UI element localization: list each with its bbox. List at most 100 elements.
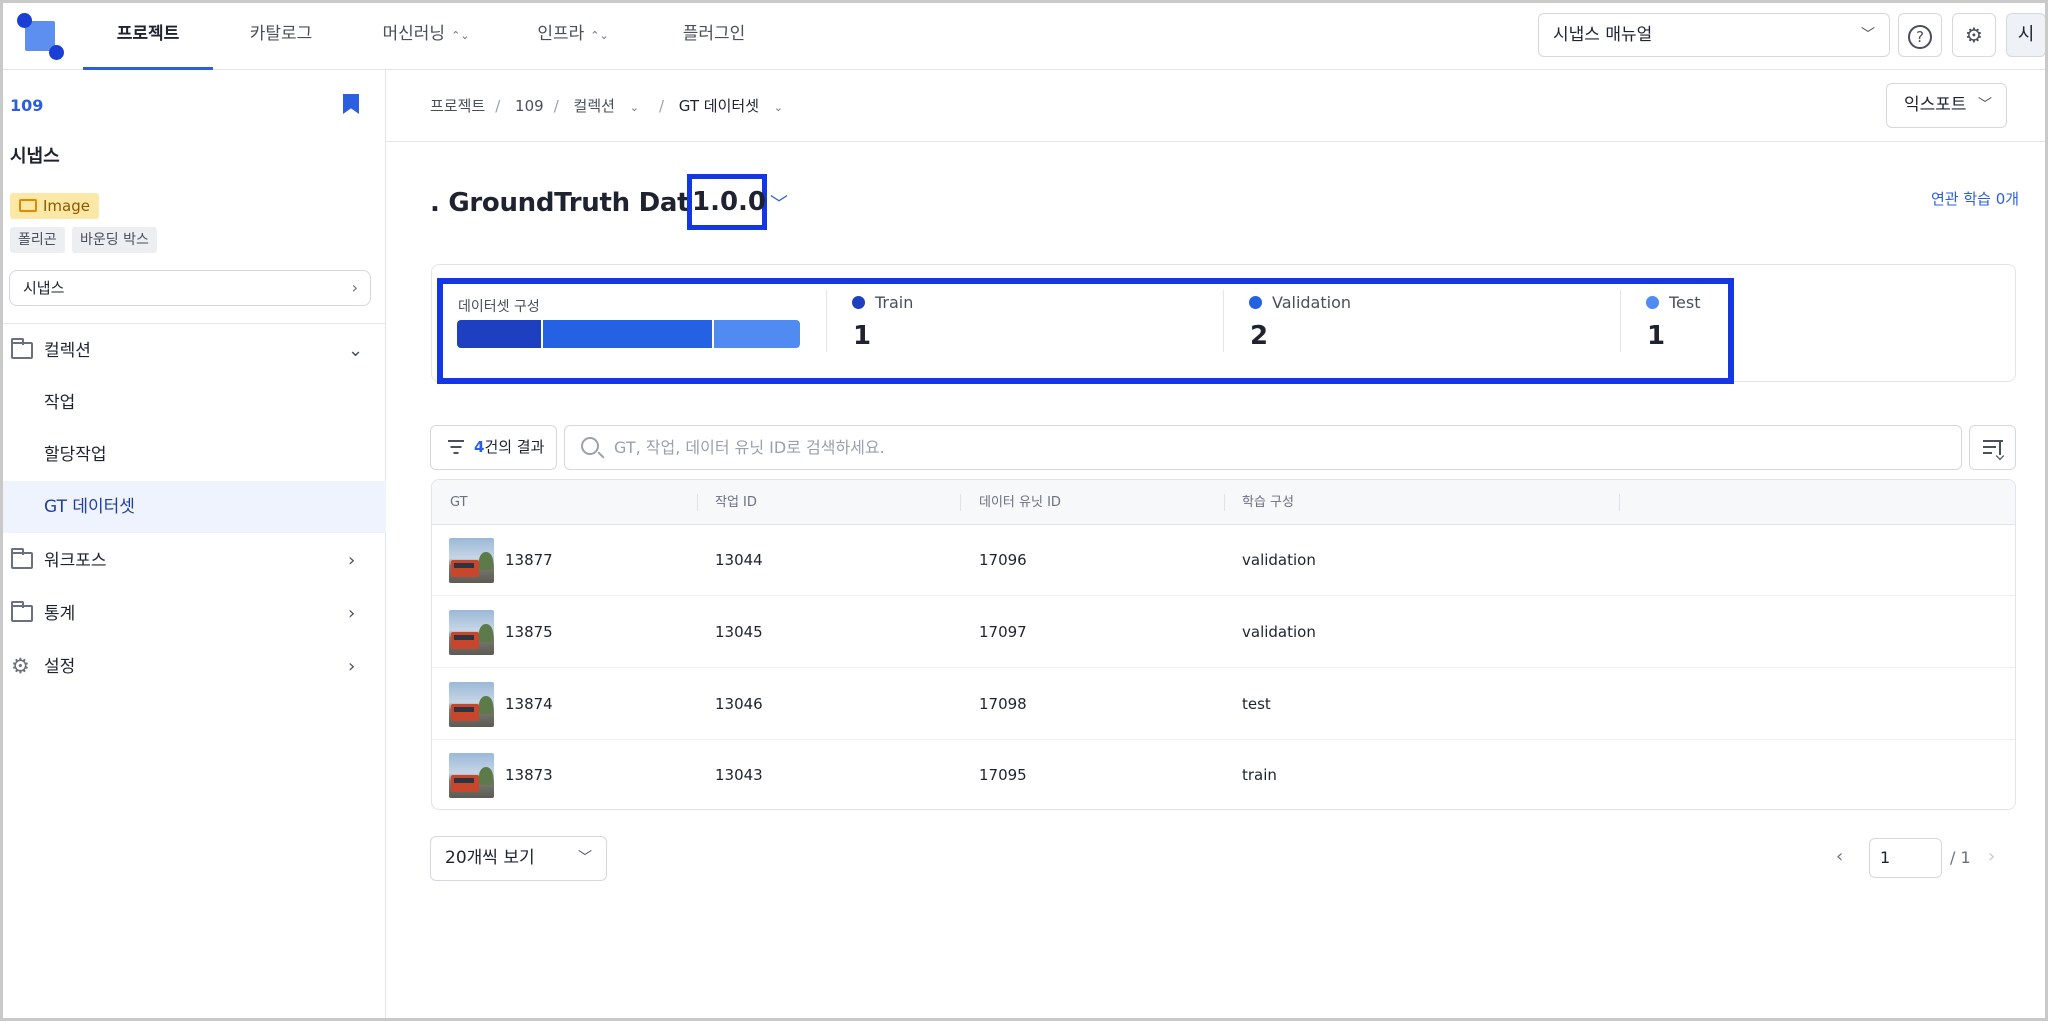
chevron-right-icon: › [348,656,356,677]
result-count: 4 [474,438,485,456]
sidebar-item-workforce[interactable]: 워크포스 › [3,535,386,587]
stat-name-train: Train [875,293,914,312]
export-button[interactable]: 익스포트 ﹀ [1886,83,2007,128]
sidebar-subitem-task[interactable]: 작업 [3,377,386,429]
bookmark-icon[interactable] [343,94,359,114]
composition-label: 데이터셋 구성 [458,299,540,315]
train-dot-icon [852,296,865,309]
stat-divider [826,290,827,352]
filter-button[interactable]: 4건의 결과 [430,425,557,470]
data-type-label: Image [43,197,90,215]
search-placeholder: GT, 작업, 데이터 유닛 ID로 검색하세요. [614,438,885,457]
sidebar-subitem-assigned-task[interactable]: 할당작업 [3,429,386,481]
column-header-data-unit-id[interactable]: 데이터 유닛 ID [979,480,1061,525]
chevron-right-icon: › [348,550,356,571]
nav-tab-machine-learning[interactable]: 머신러닝 ⌃⌄ [361,3,491,70]
folder-icon [11,548,33,569]
chevron-down-icon: ⌄ [773,101,784,114]
sidebar-item-label: 워크포스 [44,551,107,571]
sidebar-item-label: 컬렉션 [44,341,91,361]
gt-thumbnail[interactable] [449,610,494,655]
annotation-tag-bounding-box: 바운딩 박스 [72,227,157,253]
related-training-link[interactable]: 연관 학습 0개 [1931,188,2019,209]
filter-icon [447,440,465,454]
breadcrumb-item-current[interactable]: GT 데이터셋 ⌄ [679,97,793,115]
folder-icon [11,601,33,622]
nav-tab-label: 머신러닝 [382,24,446,44]
cell-task-id: 13045 [715,623,763,641]
help-icon: ? [1908,24,1932,49]
column-header-split[interactable]: 학습 구성 [1242,480,1294,525]
gear-icon: ⚙ [11,654,30,678]
gear-icon: ⚙ [1965,23,1983,47]
next-page-icon[interactable]: › [1988,846,1995,867]
stat-value-test: 1 [1647,321,1666,351]
nav-tab-infra[interactable]: 인프라 ⌃⌄ [518,3,628,70]
nav-tab-label: 플러그인 [682,24,746,44]
test-dot-icon [1646,296,1659,309]
chevron-down-icon[interactable]: ﹀ [770,190,788,216]
chevron-down-icon: ⌄ [629,101,639,114]
user-avatar[interactable]: 시 [2006,13,2046,57]
manual-select[interactable]: 시냅스 매뉴얼 ﹀ [1538,13,1890,57]
annotation-tag-polygon: 폴리곤 [10,227,65,253]
chevron-down-icon: ﹀ [578,850,592,866]
breadcrumb-item[interactable]: 프로젝트 [430,97,485,115]
gt-thumbnail[interactable] [449,753,494,798]
gt-dataset-table: GT 작업 ID 데이터 유닛 ID 학습 구성 13877 13044 170… [431,479,2016,810]
breadcrumb: 프로젝트 / 109 / 컬렉션 ⌄ / GT 데이터셋 ⌄ [430,95,803,116]
export-label: 익스포트 [1904,95,1967,115]
stat-divider [1620,290,1621,352]
page-size-select[interactable]: 20개씩 보기 ﹀ [430,836,607,881]
cell-task-id: 13044 [715,551,763,569]
table-row[interactable]: 13874 13046 17098 test [432,669,2015,740]
table-row[interactable]: 13877 13044 17096 validation [432,525,2015,596]
gt-thumbnail[interactable] [449,682,494,727]
composition-segment-train [457,320,543,348]
version-selector[interactable]: 1.0.0 [687,174,767,230]
prev-page-icon[interactable]: ‹ [1836,846,1843,867]
image-icon [19,199,37,212]
search-input[interactable]: GT, 작업, 데이터 유닛 ID로 검색하세요. [564,425,1962,470]
composition-bar [457,320,800,348]
project-select[interactable]: 시냅스 › [9,270,371,306]
expand-updown-icon: ⌃⌄ [451,29,470,42]
breadcrumb-item[interactable]: 컬렉션 ⌄ [574,97,649,115]
column-divider [1619,494,1620,511]
sidebar: 109 시냅스 Image 폴리곤 바운딩 박스 시냅스 › 컬렉션 ⌄ 작업 … [3,70,386,1018]
help-button[interactable]: ? [1898,13,1942,57]
cell-split: validation [1242,623,1316,641]
expand-updown-icon: ⌃⌄ [590,29,609,42]
gt-thumbnail[interactable] [449,538,494,583]
page-number-input[interactable]: 1 [1869,838,1942,878]
sidebar-item-settings[interactable]: ⚙ 설정 › [3,641,386,693]
breadcrumb-item[interactable]: 109 [515,97,544,115]
sort-button[interactable] [1969,425,2016,470]
search-icon [581,437,599,455]
nav-tab-plugin[interactable]: 플러그인 [659,3,769,70]
app-logo[interactable] [17,13,67,63]
stat-divider [1223,290,1224,352]
header-divider [386,141,2045,142]
project-id: 109 [10,96,44,115]
sidebar-item-collection[interactable]: 컬렉션 ⌄ [3,325,386,377]
nav-tab-label: 프로젝트 [116,24,180,44]
column-header-gt[interactable]: GT [450,480,468,525]
sidebar-item-stats[interactable]: 통계 › [3,588,386,640]
composition-segment-validation [542,320,715,348]
nav-tab-catalog[interactable]: 카탈로그 [221,3,341,70]
top-navigation-bar: 프로젝트 카탈로그 머신러닝 ⌃⌄ 인프라 ⌃⌄ 플러그인 시냅스 매뉴얼 ﹀ ? … [3,3,2046,70]
column-header-task-id[interactable]: 작업 ID [715,480,757,525]
sidebar-subitem-gt-dataset[interactable]: GT 데이터셋 [3,481,386,533]
result-suffix: 건의 결과 [484,438,545,456]
cell-data-unit-id: 17097 [979,623,1027,641]
cell-gt: 13877 [505,551,553,569]
nav-tab-project[interactable]: 프로젝트 [83,3,213,70]
nav-tab-label: 인프라 [537,24,585,44]
table-row[interactable]: 13875 13045 17097 validation [432,597,2015,668]
settings-button[interactable]: ⚙ [1952,13,1996,57]
table-row[interactable]: 13873 13043 17095 train [432,740,2015,809]
cell-split: validation [1242,551,1316,569]
cell-split: test [1242,695,1271,713]
table-header: GT 작업 ID 데이터 유닛 ID 학습 구성 [432,480,2015,525]
